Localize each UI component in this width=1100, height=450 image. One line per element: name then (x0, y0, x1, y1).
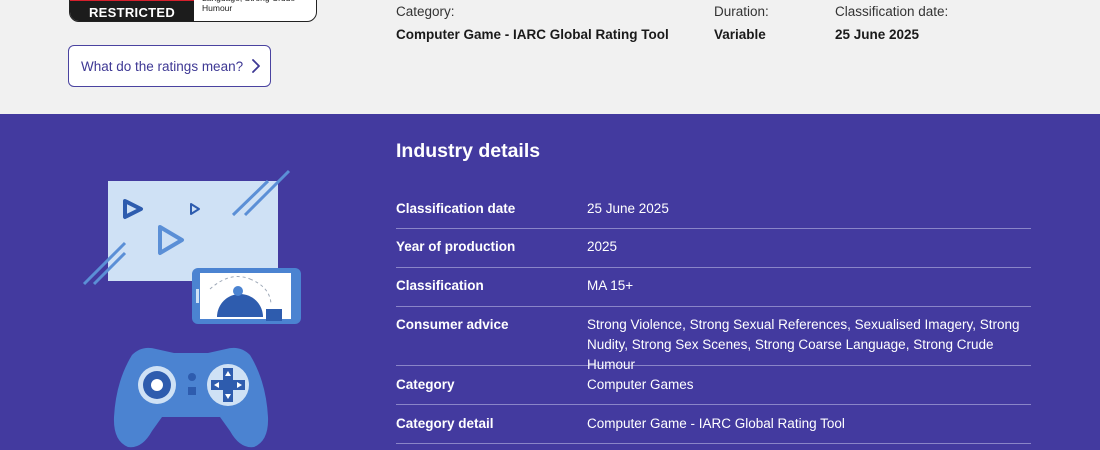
game-illustration (82, 169, 301, 448)
summary-duration: Duration: Variable (714, 4, 769, 42)
row-value: Computer Game - IARC Global Rating Tool (587, 416, 845, 431)
summary-category: Category: Computer Game - IARC Global Ra… (396, 4, 669, 42)
row-value: Strong Violence, Strong Sexual Reference… (587, 317, 1020, 372)
summary-duration-label: Duration: (714, 4, 769, 19)
summary-date-value: 25 June 2025 (835, 27, 920, 42)
row-value: Computer Games (587, 377, 694, 392)
summary-date-label: Classification date: (835, 4, 949, 19)
industry-details-heading: Industry details (396, 140, 541, 162)
summary-category-label: Category: (396, 4, 455, 19)
summary-duration-value: Variable (714, 27, 766, 42)
badge-red-stripe (70, 0, 194, 1)
table-row: Year of production 2025 (396, 229, 1031, 268)
row-key: Year of production (396, 239, 516, 254)
table-row: Consumer advice Strong Violence, Strong … (396, 307, 1031, 372)
table-row: Classification date 25 June 2025 (396, 191, 1031, 229)
badge-advice-text: Language, Strong Crude Humour (202, 0, 295, 13)
row-value: MA 15+ (587, 278, 634, 293)
ratings-button-label: What do the ratings mean? (81, 58, 244, 74)
industry-details-section: Industry details Classification date 25 … (0, 114, 1100, 450)
classification-badge: RESTRICTED Language, Strong Crude Humour (69, 0, 317, 22)
row-value: 2025 (587, 239, 618, 254)
industry-details-table: Classification date 25 June 2025 Year of… (396, 191, 1031, 444)
row-key: Classification date (396, 201, 516, 216)
row-value: 25 June 2025 (587, 201, 669, 216)
row-key: Category (396, 377, 455, 392)
summary-category-value: Computer Game - IARC Global Rating Tool (396, 27, 669, 42)
top-section: RESTRICTED Language, Strong Crude Humour… (0, 0, 1100, 114)
row-key: Category detail (396, 416, 494, 431)
chevron-right-icon (251, 58, 261, 74)
badge-mark: RESTRICTED (70, 0, 194, 21)
ratings-meaning-button[interactable]: What do the ratings mean? (68, 45, 271, 87)
table-row: Classification MA 15+ (396, 268, 1031, 307)
summary-classification-date: Classification date: 25 June 2025 (835, 4, 948, 42)
badge-restricted-label: RESTRICTED (88, 5, 176, 20)
table-row: Category Computer Games (396, 366, 1031, 405)
table-row: Category detail Computer Game - IARC Glo… (396, 405, 1031, 444)
row-key: Classification (396, 278, 484, 293)
row-key: Consumer advice (396, 317, 509, 332)
